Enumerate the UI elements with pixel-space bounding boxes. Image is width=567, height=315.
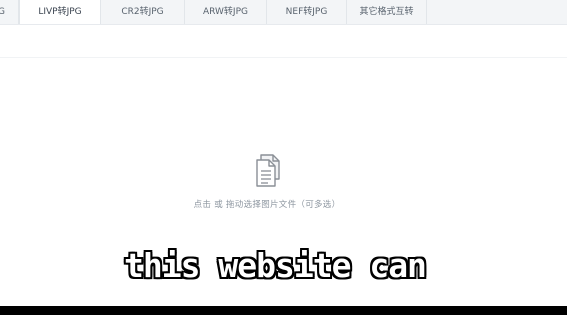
- video-subtitle-caption: this website can: [124, 246, 427, 285]
- tab-partial-left[interactable]: G: [0, 0, 19, 24]
- tab-cr2-to-jpg[interactable]: CR2转JPG: [101, 0, 185, 24]
- format-tab-bar: G LIVP转JPG CR2转JPG ARW转JPG NEF转JPG 其它格式互…: [0, 0, 567, 25]
- video-letterbox-bar: [0, 306, 567, 315]
- tab-nef-to-jpg[interactable]: NEF转JPG: [267, 0, 347, 24]
- tab-other-formats[interactable]: 其它格式互转: [347, 0, 427, 24]
- document-copy-icon: [256, 154, 280, 187]
- tab-arw-to-jpg[interactable]: ARW转JPG: [185, 0, 267, 24]
- drop-hint-text: 点击 或 拖动选择图片文件（可多选）: [193, 200, 341, 210]
- tab-livp-to-jpg[interactable]: LIVP转JPG: [19, 0, 101, 24]
